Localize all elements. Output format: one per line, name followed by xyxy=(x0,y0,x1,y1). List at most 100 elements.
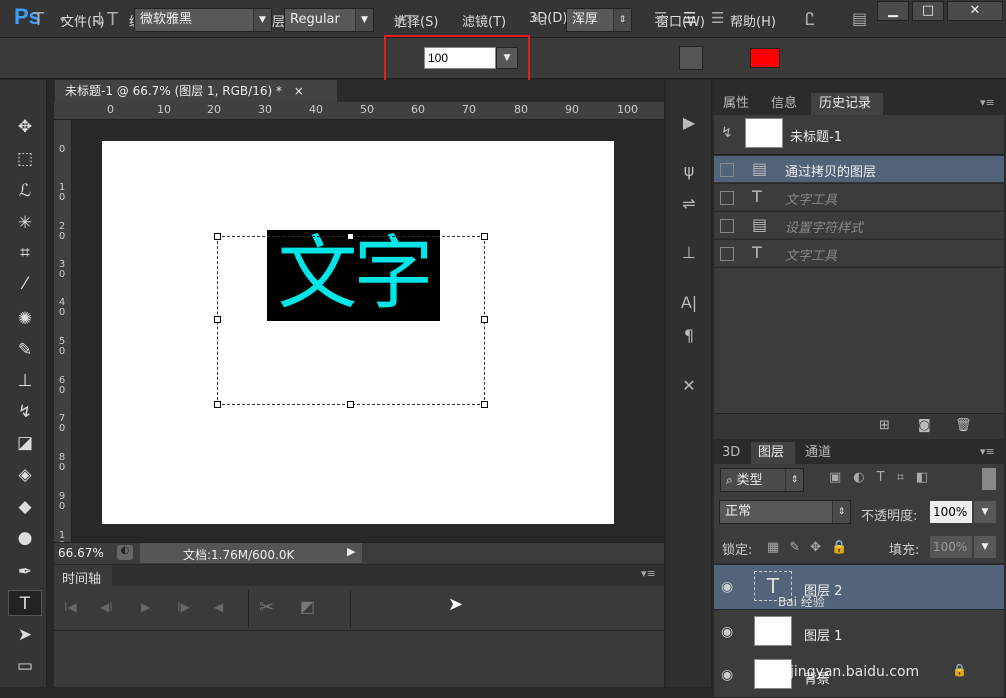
transition-icon[interactable]: ◩ xyxy=(300,597,315,616)
paragraph-panel-icon[interactable]: ¶ xyxy=(676,323,702,349)
font-family-select[interactable]: 微软雅黑 ▼ xyxy=(134,8,272,32)
transform-bounding-box[interactable] xyxy=(217,236,485,405)
adjustments-icon[interactable]: ⇌ xyxy=(676,191,702,217)
eye-icon[interactable]: ◉ xyxy=(721,579,733,595)
chevron-down-icon[interactable]: ▼ xyxy=(974,536,996,558)
transform-handle[interactable] xyxy=(481,233,488,240)
warp-text-icon[interactable]: Ꮭ xyxy=(805,9,815,30)
font-style-select[interactable]: Regular ▼ xyxy=(284,8,374,32)
menu-item[interactable]: 滤镜(T) xyxy=(462,11,506,30)
timeline-tab[interactable]: 时间轴 xyxy=(54,565,112,587)
align-left-icon[interactable]: ☰ xyxy=(654,9,667,27)
eraser-tool-icon[interactable]: ◪ xyxy=(8,430,42,456)
chevron-down-icon: ▼ xyxy=(253,9,271,31)
font-size-input[interactable]: 100 xyxy=(424,47,496,69)
play-icon[interactable]: ▶ xyxy=(141,600,150,614)
panel-menu-icon[interactable]: ▾≡ xyxy=(980,96,995,109)
text-tool-preset-icon[interactable]: T xyxy=(33,9,44,30)
history-brush-tool-icon[interactable]: ↯ xyxy=(8,399,42,425)
camera-icon[interactable]: ◙ xyxy=(918,418,931,433)
path-selection-tool-icon[interactable]: ➤ xyxy=(8,622,42,648)
zoom-level[interactable]: 66.67% xyxy=(58,546,104,560)
antialias-select[interactable]: 浑厚 ⇕ xyxy=(566,8,632,32)
history-checkbox[interactable] xyxy=(720,163,734,177)
tab-channels[interactable]: 通道 xyxy=(805,442,831,464)
transform-handle[interactable] xyxy=(481,316,488,323)
chevron-down-icon[interactable]: ▾ xyxy=(60,15,65,26)
status-menu-icon[interactable]: ◐ xyxy=(117,545,133,560)
next-frame-icon[interactable]: I▶ xyxy=(177,600,190,614)
fill-input[interactable]: 100% xyxy=(930,536,972,558)
document-tab[interactable]: 未标题-1 @ 66.7% (图层 1, RGB/16) * × xyxy=(55,80,337,102)
layer-filter-icons[interactable]: ▣◐T⌗◧ xyxy=(829,470,940,485)
stamp-tool-icon[interactable]: ⊥ xyxy=(8,368,42,394)
blend-mode-select[interactable]: 正常 ⇕ xyxy=(719,500,851,524)
history-checkbox[interactable] xyxy=(720,191,734,205)
text-color-swatch[interactable] xyxy=(750,48,780,68)
type-tool-icon[interactable]: T xyxy=(8,590,42,616)
tab-info[interactable]: 信息 xyxy=(771,93,797,115)
magic-wand-tool-icon[interactable]: ✳ xyxy=(8,210,42,236)
panel-menu-icon[interactable]: ▾≡ xyxy=(980,445,995,458)
transform-handle[interactable] xyxy=(214,401,221,408)
brush-tool-icon[interactable]: ✎ xyxy=(8,337,42,363)
minimize-button[interactable]: ▁ xyxy=(877,1,909,21)
close-button[interactable]: ✕ xyxy=(947,1,1003,21)
layer-name[interactable]: 图层 1 xyxy=(804,625,842,644)
restore-button[interactable]: □ xyxy=(912,1,944,21)
audio-icon[interactable]: ◀ xyxy=(214,600,223,614)
eye-icon[interactable]: ◉ xyxy=(721,624,733,640)
dodge-tool-icon[interactable]: ● xyxy=(8,525,42,551)
transform-handle[interactable] xyxy=(347,233,354,240)
filter-toggle[interactable] xyxy=(982,468,996,490)
paint-bucket-tool-icon[interactable]: ◈ xyxy=(8,462,42,488)
tool-presets-icon[interactable]: ⊥ xyxy=(676,240,702,266)
tools-options-icon[interactable]: ✕ xyxy=(676,373,702,399)
transform-handle[interactable] xyxy=(214,316,221,323)
align-right-icon[interactable]: ☰ xyxy=(711,9,724,27)
tab-layers[interactable]: 图层 xyxy=(758,442,784,464)
healing-brush-tool-icon[interactable]: ✺ xyxy=(8,306,42,332)
antialias-icon: ªa xyxy=(532,13,548,29)
panel-menu-icon[interactable]: ▾≡ xyxy=(641,567,656,580)
lasso-tool-icon[interactable]: ℒ xyxy=(8,178,42,204)
transform-handle[interactable] xyxy=(214,233,221,240)
blur-tool-icon[interactable]: ◆ xyxy=(8,494,42,520)
chevron-down-icon[interactable]: ▼ xyxy=(974,501,996,523)
marquee-tool-icon[interactable]: ⬚ xyxy=(8,146,42,172)
move-tool-icon[interactable]: ✥ xyxy=(8,114,42,140)
pen-tool-icon[interactable]: ✒ xyxy=(8,559,42,585)
new-document-icon[interactable]: ⊞ xyxy=(879,418,890,433)
crop-tool-icon[interactable]: ⌗ xyxy=(8,240,42,266)
eyedropper-tool-icon[interactable]: ⁄ xyxy=(8,271,42,297)
rectangle-tool-icon[interactable]: ▭ xyxy=(8,653,42,679)
tab-properties[interactable]: 属性 xyxy=(723,93,749,115)
play-arrow-icon[interactable]: ▶ xyxy=(347,545,355,558)
eye-icon[interactable]: ◉ xyxy=(721,667,733,683)
ruler-tick-label: 60 xyxy=(411,103,425,116)
lock-icons[interactable]: ▦✎✥🔒 xyxy=(767,540,857,555)
menu-item[interactable]: 帮助(H) xyxy=(730,11,776,30)
layer-filter-select[interactable]: ⌕ 类型 ⇕ xyxy=(720,468,804,492)
character-panel-icon[interactable]: A| xyxy=(676,290,702,316)
font-size-dropdown-icon[interactable]: ▼ xyxy=(496,47,518,69)
brush-panel-icon[interactable]: ψ xyxy=(676,158,702,184)
history-checkbox[interactable] xyxy=(720,247,734,261)
transform-handle[interactable] xyxy=(347,401,354,408)
actions-play-icon[interactable]: ▶ xyxy=(676,110,702,136)
close-icon[interactable]: × xyxy=(294,84,304,98)
toggle-text-orientation-icon[interactable]: ↓T xyxy=(92,9,118,30)
history-checkbox[interactable] xyxy=(720,219,734,233)
character-panel-icon[interactable]: ▤ xyxy=(852,9,867,28)
transform-handle[interactable] xyxy=(481,401,488,408)
previous-frame-icon[interactable]: ◀I xyxy=(100,600,113,614)
tab-3d[interactable]: 3D xyxy=(722,442,740,464)
opacity-input[interactable]: 100% xyxy=(930,501,972,523)
scissors-icon[interactable]: ✂ xyxy=(259,597,274,618)
tab-history[interactable]: 历史记录 xyxy=(819,93,871,115)
align-center-button[interactable] xyxy=(679,46,703,70)
ruler-tick-label: 5 0 xyxy=(58,336,66,357)
first-frame-icon[interactable]: I◀ xyxy=(64,600,77,614)
snapshot-name: 未标题-1 xyxy=(790,130,842,145)
trash-icon[interactable]: 🗑 xyxy=(955,418,972,433)
